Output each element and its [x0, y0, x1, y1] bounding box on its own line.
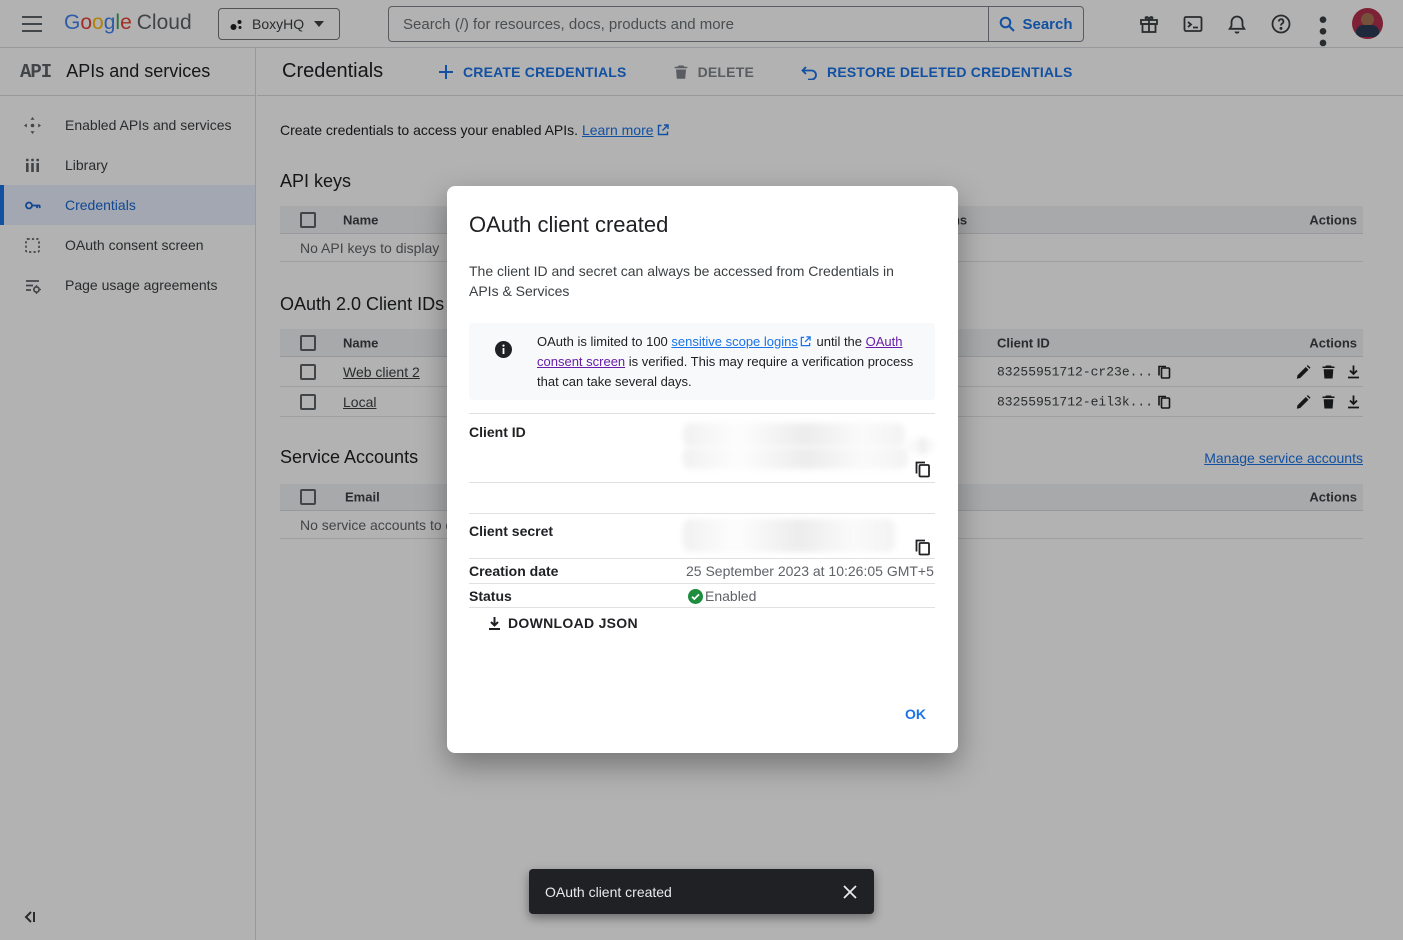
- dialog-fields: Client ID Client secret Creation date 25…: [469, 413, 935, 608]
- dialog-body-text: The client ID and secret can always be a…: [469, 261, 913, 301]
- google-cloud-console: GoogleCloud BoxyHQ Search: [0, 0, 1403, 940]
- dialog-title: OAuth client created: [469, 212, 668, 238]
- check-circle-icon: [688, 589, 703, 604]
- sensitive-scope-logins-link[interactable]: sensitive scope logins: [671, 334, 797, 349]
- external-link-icon: [800, 336, 811, 347]
- creation-date-row: Creation date 25 September 2023 at 10:26…: [469, 558, 935, 583]
- info-icon: [495, 341, 512, 358]
- client-secret-label: Client secret: [469, 523, 553, 539]
- status-label: Status: [469, 588, 512, 604]
- download-icon: [487, 616, 502, 631]
- client-id-label: Client ID: [469, 424, 526, 440]
- download-json-button[interactable]: DOWNLOAD JSON: [481, 614, 644, 632]
- client-secret-row: Client secret: [469, 513, 935, 558]
- notice-text: OAuth is limited to 100 sensitive scope …: [537, 332, 921, 392]
- oauth-client-created-dialog: OAuth client created The client ID and s…: [447, 186, 958, 753]
- status-value: Enabled: [705, 588, 756, 604]
- copy-icon[interactable]: [914, 539, 931, 556]
- client-id-row: Client ID: [469, 413, 935, 483]
- redacted-client-id: [683, 423, 905, 447]
- redacted-client-id: [908, 438, 934, 454]
- creation-date-value: 25 September 2023 at 10:26:05 GMT+5: [686, 563, 934, 579]
- dialog-notice: OAuth is limited to 100 sensitive scope …: [469, 323, 935, 400]
- toast-notification: OAuth client created: [529, 869, 874, 914]
- download-json-label: DOWNLOAD JSON: [508, 615, 638, 631]
- ok-button[interactable]: OK: [893, 698, 938, 730]
- copy-icon[interactable]: [914, 461, 931, 478]
- close-icon[interactable]: [842, 884, 858, 900]
- redacted-client-id: [683, 447, 908, 469]
- redacted-client-secret: [683, 519, 895, 552]
- toast-message: OAuth client created: [545, 884, 842, 900]
- status-row: Status Enabled: [469, 583, 935, 608]
- creation-date-label: Creation date: [469, 563, 558, 579]
